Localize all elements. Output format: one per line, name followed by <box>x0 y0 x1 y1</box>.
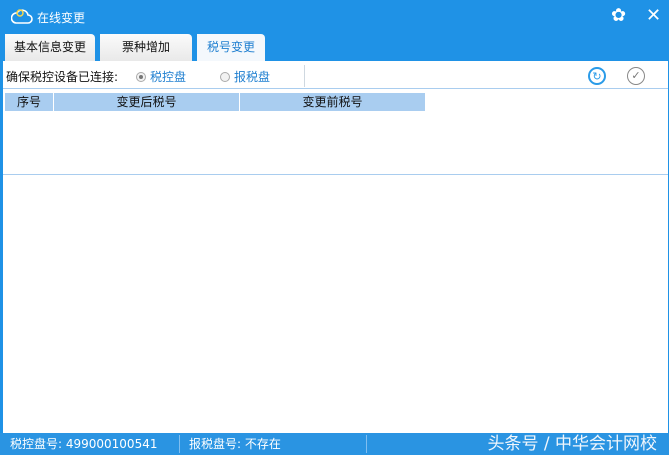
radio-checked-icon <box>136 72 146 82</box>
divider <box>304 65 305 87</box>
table-bottom-divider <box>3 174 668 175</box>
device-connect-label: 确保税控设备已连接: <box>6 70 119 84</box>
content-frame <box>0 61 669 433</box>
radio-unchecked-icon <box>220 72 230 82</box>
refresh-icon[interactable]: ↻ <box>588 67 606 85</box>
settings-icon[interactable]: ✿ <box>611 5 626 26</box>
divider <box>179 435 180 453</box>
window-title: 在线变更 <box>37 11 86 25</box>
confirm-check-icon[interactable]: ✓ <box>627 67 645 85</box>
tab-basic-info-change[interactable]: 基本信息变更 <box>5 34 95 61</box>
radio-tax-report-disk[interactable]: 报税盘 <box>220 68 270 85</box>
column-header-old-tax-id[interactable]: 变更前税号 <box>240 93 425 111</box>
radio-label: 税控盘 <box>150 70 187 84</box>
report-disk-number: 报税盘号: 不存在 <box>189 437 281 451</box>
close-icon[interactable]: ✕ <box>646 5 661 26</box>
watermark: 头条号 / 中华会计网校 <box>487 434 657 454</box>
tab-tax-id-change[interactable]: 税号变更 <box>197 34 265 61</box>
radio-label: 报税盘 <box>234 70 271 84</box>
column-header-index[interactable]: 序号 <box>5 93 53 111</box>
divider <box>366 435 367 453</box>
tab-invoice-type-add[interactable]: 票种增加 <box>100 34 192 61</box>
toolbar: 确保税控设备已连接: 税控盘 报税盘 <box>3 61 668 89</box>
radio-tax-control-disk[interactable]: 税控盘 <box>136 68 186 85</box>
cloud-icon <box>11 9 33 24</box>
column-header-new-tax-id[interactable]: 变更后税号 <box>54 93 239 111</box>
tax-disk-number: 税控盘号: 499000100541 <box>10 437 158 451</box>
status-bar: 税控盘号: 499000100541 报税盘号: 不存在 头条号 / 中华会计网… <box>0 433 669 455</box>
